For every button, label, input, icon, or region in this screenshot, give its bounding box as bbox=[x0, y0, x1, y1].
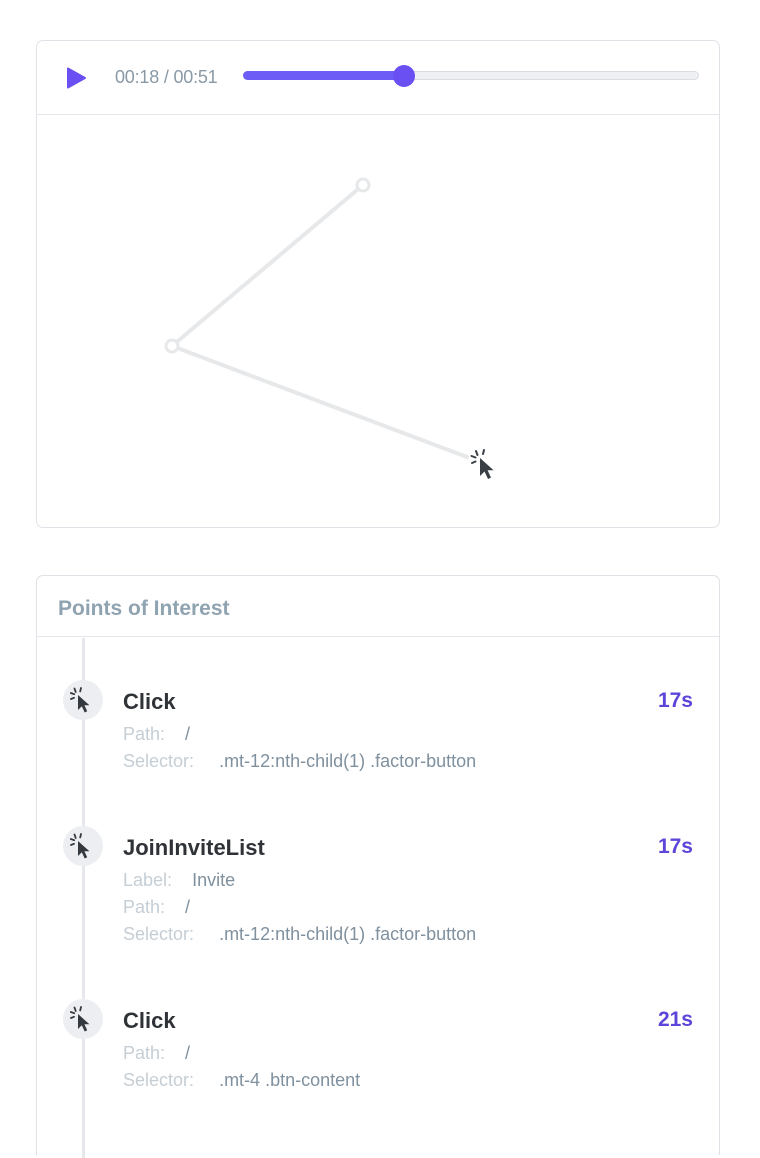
poi-header: Points of Interest bbox=[37, 576, 719, 637]
progress-track[interactable] bbox=[243, 65, 699, 87]
detail-value: / bbox=[185, 724, 191, 744]
event-detail-selector: Selector: .mt-4 .btn-content bbox=[123, 1070, 360, 1091]
event-detail-selector: Selector: .mt-12:nth-child(1) .factor-bu… bbox=[123, 751, 476, 772]
points-of-interest-panel: Points of Interest Click 17s Path: / Sel… bbox=[36, 575, 720, 1158]
event-time: 17s bbox=[657, 689, 693, 712]
detail-value: / bbox=[185, 1043, 191, 1063]
cursor-click-icon bbox=[70, 833, 90, 859]
event-detail-path: Path: / bbox=[123, 1043, 190, 1064]
detail-key: Path: bbox=[123, 897, 166, 917]
event-name: JoinInviteList bbox=[123, 835, 265, 860]
replay-canvas bbox=[164, 177, 494, 479]
progress-fill bbox=[243, 71, 406, 80]
event-detail-label: Label: Invite bbox=[123, 870, 235, 891]
play-button[interactable] bbox=[63, 65, 89, 91]
cursor-click-icon bbox=[470, 449, 494, 479]
detail-key: Selector: bbox=[123, 751, 195, 771]
event-name: Click bbox=[123, 1008, 176, 1033]
cursor-click-icon bbox=[70, 1006, 90, 1032]
detail-key: Path: bbox=[123, 1043, 166, 1063]
cursor-click-icon bbox=[70, 687, 90, 713]
detail-value: / bbox=[185, 897, 191, 917]
detail-value: Invite bbox=[192, 870, 236, 890]
mouse-path bbox=[170, 183, 469, 459]
event-detail-path: Path: / bbox=[123, 897, 190, 918]
detail-value: .mt-12:nth-child(1) .factor-button bbox=[219, 751, 477, 771]
event-icon-badge bbox=[63, 826, 103, 866]
event-name: Click bbox=[123, 689, 176, 714]
poi-title: Points of Interest bbox=[58, 597, 230, 620]
detail-value: .mt-4 .btn-content bbox=[219, 1070, 361, 1090]
event-detail-selector: Selector: .mt-12:nth-child(1) .factor-bu… bbox=[123, 924, 476, 945]
detail-key: Selector: bbox=[123, 1070, 195, 1090]
detail-key: Path: bbox=[123, 724, 166, 744]
path-point bbox=[355, 177, 371, 193]
progress-thumb[interactable] bbox=[393, 65, 416, 87]
replay-player: 00:18 / 00:51 bbox=[36, 40, 720, 528]
player-controls: 00:18 / 00:51 bbox=[37, 41, 719, 115]
event-detail-path: Path: / bbox=[123, 724, 190, 745]
event-icon-badge bbox=[63, 680, 103, 720]
time-display: 00:18 / 00:51 bbox=[115, 67, 218, 87]
detail-value: .mt-12:nth-child(1) .factor-button bbox=[219, 924, 477, 944]
detail-key: Label: bbox=[123, 870, 173, 890]
event-time: 17s bbox=[657, 835, 693, 858]
detail-key: Selector: bbox=[123, 924, 195, 944]
event-icon-badge bbox=[63, 999, 103, 1039]
event-time: 21s bbox=[657, 1008, 693, 1031]
play-icon bbox=[67, 67, 86, 89]
path-point bbox=[164, 338, 180, 354]
